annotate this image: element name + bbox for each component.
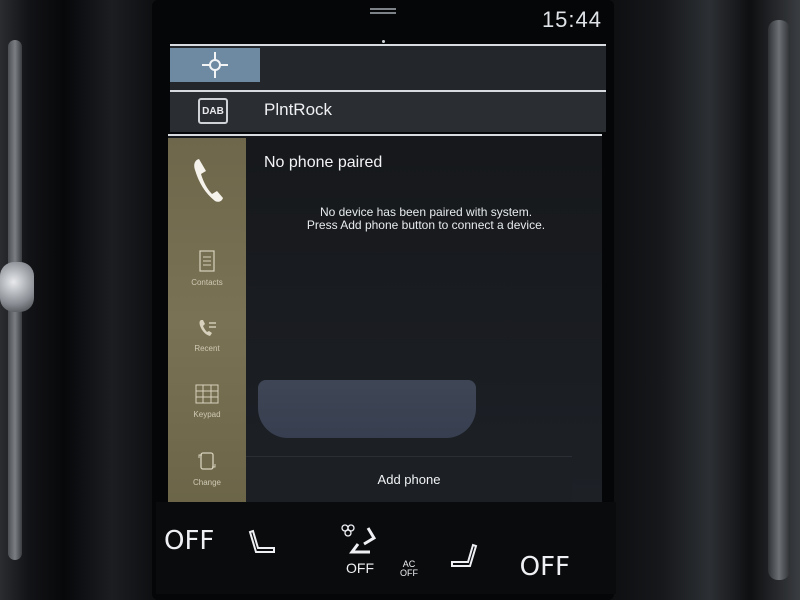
driver-seat-heat-button[interactable] <box>248 528 276 561</box>
dab-radio-icon: DAB <box>198 98 228 124</box>
passenger-temperature[interactable]: OFF <box>520 552 570 582</box>
recent-label: Recent <box>194 344 220 353</box>
phone-panel: Contacts Recent Keypad Change No phone p… <box>168 134 602 503</box>
phone-main-area: No phone paired No device has been paire… <box>246 138 602 503</box>
fan-airflow-icon <box>341 524 377 554</box>
navigation-tile[interactable] <box>170 44 606 90</box>
left-bezel <box>0 0 160 600</box>
phone-status-message: No device has been paired with system. P… <box>266 206 586 232</box>
ac-status: OFF <box>400 568 418 578</box>
right-bezel <box>600 0 800 600</box>
map-compass-icon <box>202 52 228 78</box>
driver-temperature[interactable]: OFF <box>164 526 214 556</box>
phone-app-button[interactable] <box>168 156 246 210</box>
vent-knob <box>0 262 34 312</box>
phone-status-title: No phone paired <box>264 154 383 171</box>
navigation-icon-box <box>170 48 260 82</box>
seat-heat-icon <box>451 543 478 567</box>
phone-handset-icon <box>194 159 223 202</box>
recent-calls-icon <box>199 320 216 336</box>
fan-level: OFF <box>346 560 374 576</box>
change-phone-icon <box>198 452 216 470</box>
keypad-icon <box>195 384 219 404</box>
right-vent-trim <box>768 20 790 580</box>
clock: 15:44 <box>541 7 602 32</box>
phone-sidebar: Contacts Recent Keypad Change <box>168 138 246 502</box>
change-label: Change <box>192 478 222 487</box>
contacts-icon <box>199 250 215 272</box>
keypad-button[interactable]: Keypad <box>168 384 246 419</box>
radio-tile[interactable]: DAB PlntRock <box>170 90 606 132</box>
station-name: PlntRock <box>264 100 333 119</box>
seat-heat-icon <box>248 529 275 553</box>
contacts-button[interactable]: Contacts <box>168 250 246 287</box>
fan-button[interactable] <box>340 524 380 563</box>
phone-message-line-2: Press Add phone button to connect a devi… <box>306 218 546 232</box>
pull-down-handle[interactable] <box>370 8 396 10</box>
page-indicator-dot <box>382 40 385 43</box>
contacts-label: Contacts <box>191 278 223 287</box>
recent-button[interactable]: Recent <box>168 318 246 353</box>
status-bar: 15:44 <box>170 0 610 43</box>
add-phone-button[interactable]: Add phone <box>246 456 572 503</box>
passenger-seat-heat-button[interactable] <box>450 542 478 575</box>
ac-button[interactable]: AC OFF <box>400 560 418 578</box>
keypad-label: Keypad <box>193 410 221 419</box>
climate-bar: OFF OFF AC OFF OFF <box>156 502 616 594</box>
change-button[interactable]: Change <box>168 450 246 487</box>
screen-glare <box>258 380 476 438</box>
